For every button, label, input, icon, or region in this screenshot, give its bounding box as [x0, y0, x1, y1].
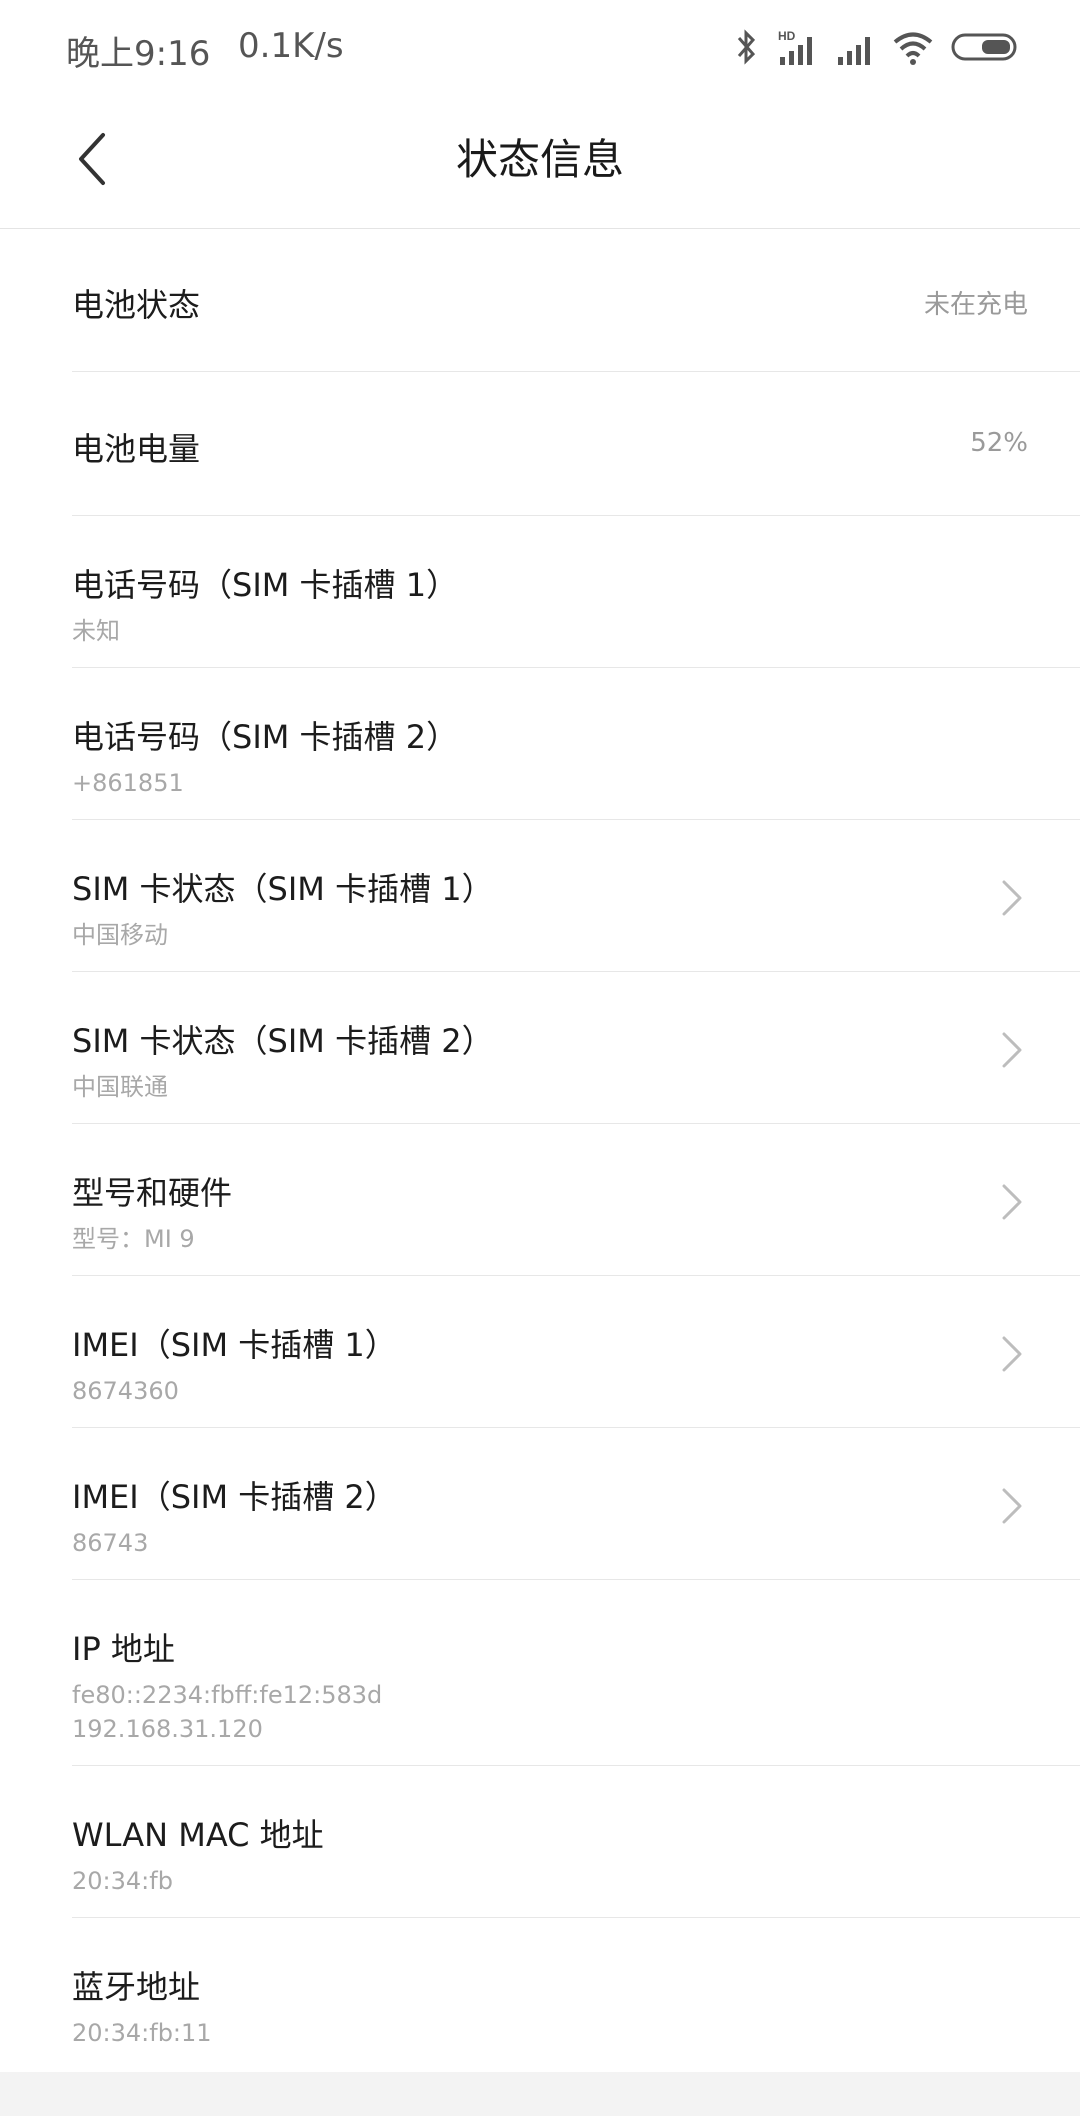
- status-icons: HD: [734, 24, 1020, 70]
- list-item-ip-address: IP 地址 fe80::2234:fbff:fe12:583d 192.168.…: [72, 1580, 1080, 1766]
- item-subtitle: 20:34:fb:11: [72, 2019, 212, 2047]
- chevron-right-icon: [1002, 880, 1022, 916]
- item-subtitle: fe80::2234:fbff:fe12:583d: [72, 1681, 383, 1709]
- item-title: IMEI（SIM 卡插槽 1）: [72, 1326, 397, 1364]
- item-title: 电池电量: [72, 430, 201, 468]
- battery-icon: [950, 27, 1020, 67]
- item-subtitle: 20:34:fb: [72, 1867, 173, 1895]
- hd-signal-icon: HD: [776, 27, 820, 67]
- wifi-icon: [892, 27, 934, 67]
- item-subtitle: 型号：MI 9: [72, 1225, 195, 1253]
- item-subtitle: 未知: [72, 617, 120, 645]
- item-title: 电话号码（SIM 卡插槽 2）: [72, 718, 459, 756]
- item-value: 未在充电: [923, 290, 1028, 320]
- item-title: 电池状态: [72, 286, 201, 324]
- list-item-bluetooth-address: 蓝牙地址 20:34:fb:11: [72, 1918, 1080, 2070]
- status-time: 晚上9:16: [66, 34, 211, 74]
- chevron-right-icon: [1002, 1336, 1022, 1372]
- list-item-model-hardware[interactable]: 型号和硬件 型号：MI 9: [72, 1124, 1080, 1276]
- chevron-right-icon: [1002, 1032, 1022, 1068]
- item-title: 电话号码（SIM 卡插槽 1）: [72, 566, 459, 604]
- item-title: IMEI（SIM 卡插槽 2）: [72, 1478, 397, 1516]
- item-subtitle: 中国移动: [72, 921, 168, 949]
- bottom-edge: [0, 2072, 1080, 2116]
- status-net-speed: 0.1K/s: [238, 26, 344, 66]
- item-subtitle-2: 192.168.31.120: [72, 1715, 263, 1743]
- list-item-sim-status-sim1[interactable]: SIM 卡状态（SIM 卡插槽 1） 中国移动: [72, 820, 1080, 972]
- signal-icon: [836, 27, 876, 67]
- item-subtitle: 86743: [72, 1529, 149, 1557]
- item-subtitle: +861851: [72, 769, 184, 797]
- item-subtitle: 中国联通: [72, 1073, 168, 1101]
- item-title: 蓝牙地址: [72, 1968, 201, 2006]
- page-title: 状态信息: [455, 135, 624, 184]
- chevron-right-icon: [1002, 1184, 1022, 1220]
- item-value: 52%: [970, 428, 1028, 458]
- item-subtitle: 8674360: [72, 1377, 179, 1405]
- item-title: IP 地址: [72, 1630, 175, 1668]
- chevron-right-icon: [1002, 1488, 1022, 1524]
- list-item-imei-sim2[interactable]: IMEI（SIM 卡插槽 2） 86743: [72, 1428, 1080, 1580]
- list-item-phone-number-sim1: 电话号码（SIM 卡插槽 1） 未知: [72, 516, 1080, 668]
- item-title: SIM 卡状态（SIM 卡插槽 1）: [72, 870, 494, 908]
- status-bar: 晚上9:16 0.1K/s HD: [0, 0, 1080, 96]
- item-title: WLAN MAC 地址: [72, 1816, 324, 1854]
- list-item-battery-status: 电池状态 未在充电: [72, 228, 1080, 372]
- status-info-list: 电池状态 未在充电 电池电量 52% 电话号码（SIM 卡插槽 1） 未知 电话…: [0, 228, 1080, 2070]
- item-title: SIM 卡状态（SIM 卡插槽 2）: [72, 1022, 494, 1060]
- list-item-imei-sim1[interactable]: IMEI（SIM 卡插槽 1） 8674360: [72, 1276, 1080, 1428]
- bluetooth-icon: [734, 27, 760, 67]
- title-bar: 状态信息: [0, 96, 1080, 229]
- list-item-wlan-mac: WLAN MAC 地址 20:34:fb: [72, 1766, 1080, 1918]
- list-item-phone-number-sim2: 电话号码（SIM 卡插槽 2） +861851: [72, 668, 1080, 820]
- item-title: 型号和硬件: [72, 1174, 233, 1212]
- list-item-battery-level: 电池电量 52%: [72, 372, 1080, 516]
- hd-label: HD: [778, 29, 796, 43]
- list-item-sim-status-sim2[interactable]: SIM 卡状态（SIM 卡插槽 2） 中国联通: [72, 972, 1080, 1124]
